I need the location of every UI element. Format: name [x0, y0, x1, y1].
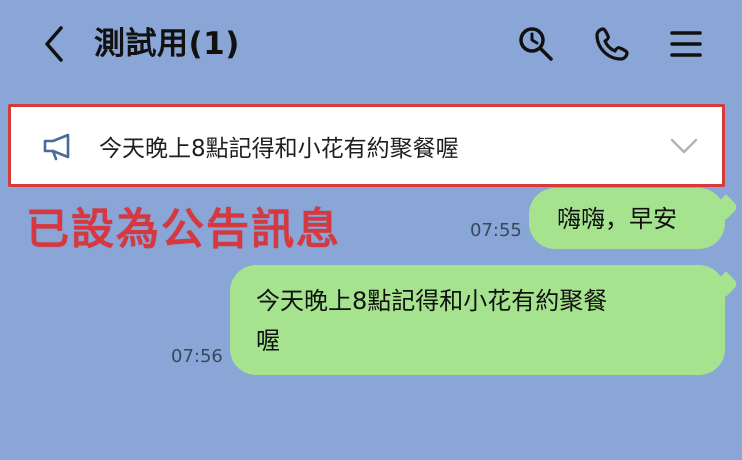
- pinned-announcement[interactable]: 今天晚上8點記得和小花有約聚餐喔: [17, 112, 716, 179]
- phone-icon: [595, 27, 629, 61]
- chat-title: 測試用(1): [94, 26, 240, 62]
- top-bar: 測試用(1): [0, 0, 742, 92]
- megaphone-icon: [35, 123, 81, 169]
- message-time: 07:56: [171, 346, 223, 367]
- back-button[interactable]: [34, 20, 74, 68]
- back-icon: [45, 26, 63, 62]
- announcement-text: 今天晚上8點記得和小花有約聚餐喔: [99, 135, 459, 162]
- message-bubble[interactable]: 今天晚上8點記得和小花有約聚餐 喔: [230, 265, 725, 375]
- message-time: 07:55: [470, 220, 522, 241]
- search-icon: [519, 27, 553, 61]
- message-text: 嗨嗨，早安: [557, 205, 677, 233]
- search-button[interactable]: [514, 22, 558, 66]
- message-text-line-2: 喔: [256, 327, 280, 355]
- menu-icon: [670, 31, 702, 57]
- message-bubble[interactable]: 嗨嗨，早安: [529, 188, 725, 249]
- announcement-highlight-box[interactable]: 今天晚上8點記得和小花有約聚餐喔: [8, 104, 725, 187]
- menu-button[interactable]: [664, 22, 708, 66]
- announcement-caption: 已設為公告訊息: [26, 205, 341, 255]
- message-text-line-1: 今天晚上8點記得和小花有約聚餐: [256, 287, 608, 315]
- chevron-down-icon[interactable]: [662, 124, 706, 168]
- call-button[interactable]: [590, 22, 634, 66]
